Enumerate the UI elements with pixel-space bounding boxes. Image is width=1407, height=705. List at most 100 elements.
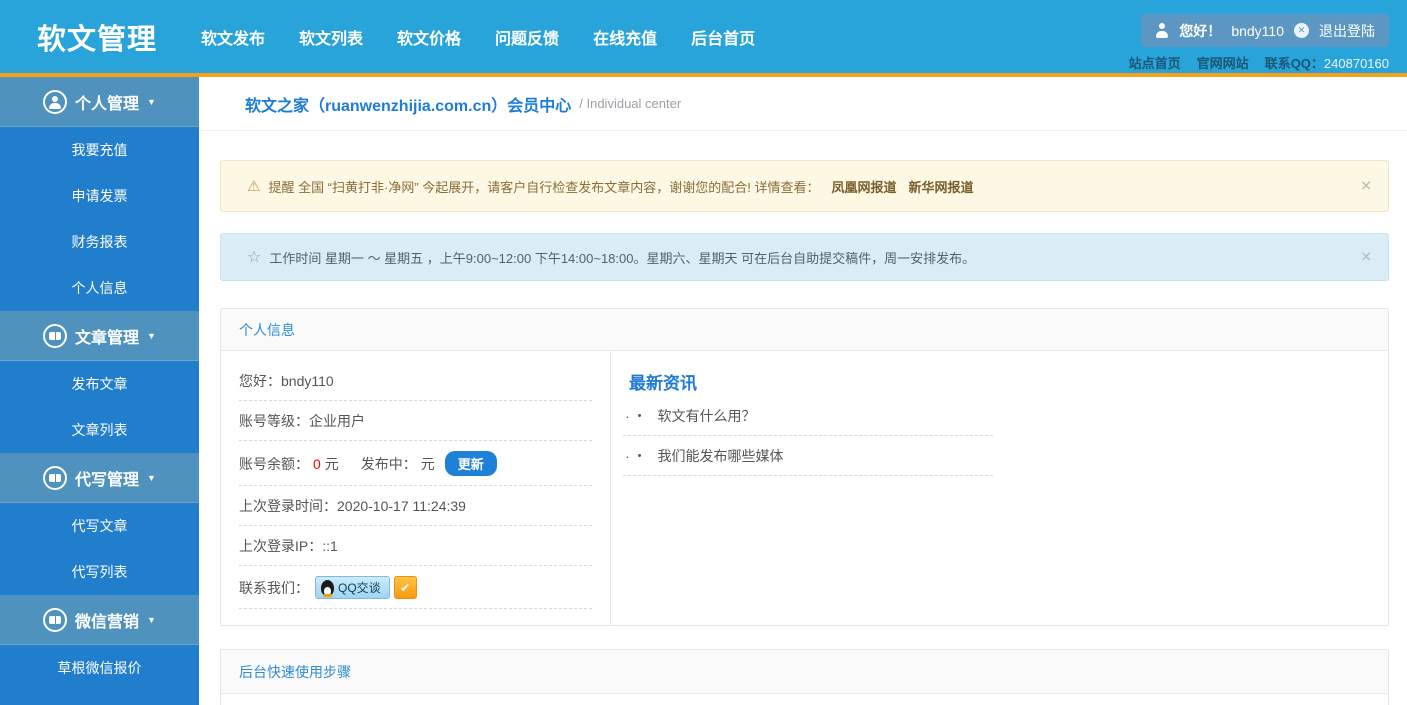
profile-panel-header: 个人信息 [221, 309, 1388, 351]
top-header: 软文管理 软文发布 软文列表 软文价格 问题反馈 在线充值 后台首页 您好！ b… [0, 0, 1407, 73]
username: bndy110 [1231, 22, 1284, 39]
steps-panel-header: 后台快速使用步骤 [221, 650, 1388, 694]
sidebar-item-profile[interactable]: 个人信息 [0, 265, 199, 311]
update-button[interactable]: 更新 [444, 451, 497, 476]
book-icon [43, 607, 68, 632]
news-item-label: 我们能发布哪些媒体 [657, 448, 784, 464]
news-item[interactable]: · • 软文有什么用？ [623, 396, 993, 436]
news-section: 最新资讯 · • 软文有什么用？ · • 我们能发布哪些媒体 [611, 351, 1388, 625]
steps-panel: 后台快速使用步骤 Step1：注册账号 注册账号，填写账号、密码、联系方式，点击… [220, 649, 1389, 705]
news-item-label: 软文有什么用？ [657, 408, 756, 424]
login-time-label: 上次登录时间： [239, 498, 337, 514]
user-pill: 您好！ bndy110 ✕ 退出登陆 [1141, 14, 1389, 47]
account-level-row: 账号等级： 企业用户 [239, 401, 592, 441]
top-nav: 软文发布 软文列表 软文价格 问题反馈 在线充值 后台首页 [201, 25, 755, 49]
sidebar-item-recharge[interactable]: 我要充值 [0, 127, 199, 173]
bullet-icon: · [625, 448, 630, 464]
publishing-unit: 元 [420, 455, 435, 472]
balance-value: 0 [313, 455, 321, 472]
sidebar-group-article[interactable]: 文章管理 ▼ [0, 311, 199, 361]
nav-item-price[interactable]: 软文价格 [397, 25, 461, 49]
warning-link-ifeng[interactable]: 凤凰网报道 [832, 177, 897, 196]
info-text: 工作时间 星期一 ～ 星期五 ，上午9:00~12:00 下午14:00~18:… [269, 250, 976, 266]
chevron-down-icon: ▼ [147, 330, 156, 341]
publishing-label: 发布中： [360, 455, 417, 472]
balance-unit: 元 [324, 455, 339, 472]
sidebar-group-label: 个人管理 [75, 95, 140, 113]
news-item[interactable]: · • 我们能发布哪些媒体 [623, 436, 993, 476]
warning-icon: ⚠ [247, 178, 261, 195]
nav-item-admin-home[interactable]: 后台首页 [691, 25, 755, 49]
logout-link[interactable]: 退出登陆 [1319, 21, 1375, 41]
page-title[interactable]: 软文之家（ruanwenzhijia.com.cn）会员中心 [245, 92, 571, 116]
chevron-down-icon: ▼ [147, 96, 156, 107]
bullet-icon: · [625, 408, 630, 424]
sidebar-group-label: 微信营销 [75, 613, 140, 631]
nav-item-recharge[interactable]: 在线充值 [593, 25, 657, 49]
person-icon [43, 89, 68, 114]
close-icon[interactable]: ✕ [1360, 178, 1372, 195]
login-ip-value: ::1 [322, 538, 338, 554]
greeting-label: 您好： [239, 373, 281, 389]
qq-chat-label: QQ交谈 [338, 581, 381, 595]
level-label: 账号等级： [239, 413, 309, 429]
news-title: 最新资讯 [629, 374, 697, 393]
bullet-icon: • [637, 410, 642, 422]
level-value: 企业用户 [309, 413, 365, 429]
sidebar-group-label: 文章管理 [75, 329, 140, 347]
close-icon[interactable]: ✕ [1360, 249, 1372, 266]
warning-link-xinhua[interactable]: 新华网报道 [909, 177, 974, 196]
main-content: 软文之家（ruanwenzhijia.com.cn）会员中心 / Individ… [199, 77, 1407, 705]
sidebar-item-publish-article[interactable]: 发布文章 [0, 361, 199, 407]
chevron-down-icon: ▼ [147, 472, 156, 483]
official-site-link[interactable]: 官网网站 [1197, 53, 1249, 72]
warning-notice: ⚠ 提醒 全国 “扫黄打非·净网” 今起展开，请客户自行检查发布文章内容，谢谢您… [220, 160, 1389, 212]
sidebar-group-ghostwriting[interactable]: 代写管理 ▼ [0, 453, 199, 503]
page: 软文管理 软文发布 软文列表 软文价格 问题反馈 在线充值 后台首页 您好！ b… [0, 0, 1407, 705]
sidebar-item-ghostwrite-list[interactable]: 代写列表 [0, 549, 199, 595]
greeting-row: 您好： bndy110 [239, 361, 592, 401]
greeting-value: bndy110 [281, 373, 334, 389]
balance-label: 账号余额： [239, 455, 309, 472]
login-time-value: 2020-10-17 11:24:39 [337, 498, 466, 514]
nav-item-feedback[interactable]: 问题反馈 [495, 25, 559, 49]
qq-shield-badge[interactable]: ✔ [393, 576, 417, 599]
last-login-time-row: 上次登录时间： 2020-10-17 11:24:39 [239, 486, 592, 526]
greeting-text: 您好！ [1179, 22, 1222, 39]
nav-item-list[interactable]: 软文列表 [299, 25, 363, 49]
warning-text: 提醒 全国 “扫黄打非·净网” 今起展开，请客户自行检查发布文章内容，谢谢您的配… [268, 179, 820, 195]
contact-label: 联系我们： [239, 579, 309, 596]
qq-penguin-icon [321, 579, 334, 597]
chevron-down-icon: ▼ [147, 614, 156, 625]
app-logo: 软文管理 [37, 23, 158, 56]
star-icon: ☆ [247, 249, 262, 266]
login-ip-label: 上次登录IP： [239, 538, 323, 554]
breadcrumb: 软文之家（ruanwenzhijia.com.cn）会员中心 / Individ… [199, 77, 1407, 131]
sidebar-group-wechat[interactable]: 微信营销 ▼ [0, 595, 199, 645]
book-icon [43, 323, 68, 348]
top-links: 站点首页 官网网站 联系QQ：240870160 [1129, 53, 1389, 72]
sidebar-group-label: 代写管理 [75, 471, 140, 489]
sidebar-item-invoice[interactable]: 申请发票 [0, 173, 199, 219]
book-icon [43, 465, 68, 490]
sidebar-item-finance-report[interactable]: 财务报表 [0, 219, 199, 265]
sidebar-group-personal[interactable]: 个人管理 ▼ [0, 77, 199, 127]
last-login-ip-row: 上次登录IP： ::1 [239, 526, 592, 566]
qq-chat-button[interactable]: QQ交谈 [315, 576, 390, 599]
balance-row: 账号余额： 0 元 发布中： 元 更新 [239, 441, 592, 486]
logout-icon[interactable]: ✕ [1294, 23, 1309, 38]
bullet-icon: • [637, 450, 642, 462]
sidebar-item-ghostwrite-article[interactable]: 代写文章 [0, 503, 199, 549]
sidebar-item-article-list[interactable]: 文章列表 [0, 407, 199, 453]
step1-row: Step1：注册账号 注册账号，填写账号、密码、联系方式，点击[提交]完成注册 [221, 694, 1388, 705]
profile-details: 您好： bndy110 账号等级： 企业用户 账号余额： 0 元 发布中： 元 … [221, 351, 611, 625]
profile-panel-title: 个人信息 [239, 321, 295, 338]
page-subtitle: / Individual center [579, 96, 682, 111]
info-notice: ☆ 工作时间 星期一 ～ 星期五 ，上午9:00~12:00 下午14:00~1… [220, 233, 1389, 281]
sidebar-item-wechat-quote[interactable]: 草根微信报价 [0, 645, 199, 691]
steps-panel-title: 后台快速使用步骤 [239, 663, 351, 680]
site-home-link[interactable]: 站点首页 [1129, 53, 1181, 72]
contact-row: 联系我们： QQ交谈 ✔ [239, 566, 592, 609]
nav-item-publish[interactable]: 软文发布 [201, 25, 265, 49]
qq-number: 240870160 [1323, 56, 1389, 71]
